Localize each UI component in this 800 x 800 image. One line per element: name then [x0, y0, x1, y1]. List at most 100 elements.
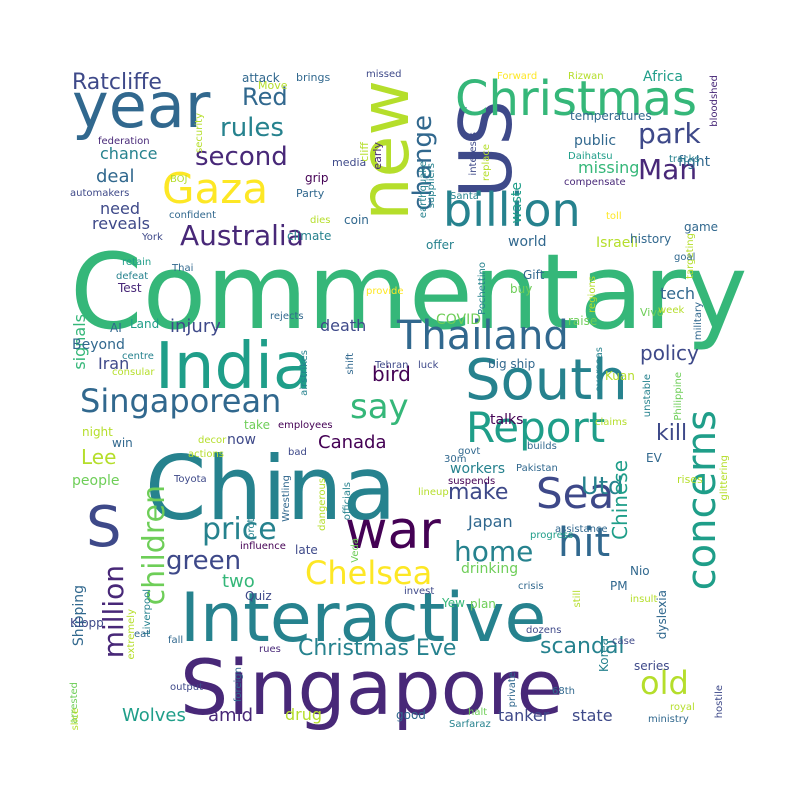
word-boj: BOJ — [170, 174, 188, 185]
word-progress: progress — [530, 530, 574, 541]
word-japan: Japan — [468, 512, 513, 531]
word-deal: deal — [96, 166, 135, 187]
word-luck: luck — [418, 360, 439, 371]
word-invest: invest — [404, 586, 435, 597]
word-quiz: Quiz — [245, 589, 272, 603]
word-compensate: compensate — [564, 177, 626, 188]
word-officials: officials — [342, 482, 353, 521]
word-builds: builds — [527, 441, 557, 452]
word-waste: waste — [509, 182, 525, 224]
word-beyond: Beyond — [72, 337, 125, 353]
word-sarfaraz: Sarfaraz — [449, 719, 491, 730]
word-foreign: foreign — [233, 667, 244, 703]
word-injury: injury — [170, 316, 221, 337]
word-philippine: Philippine — [673, 372, 684, 421]
word-chinese: Chinese — [608, 460, 632, 540]
word-history: history — [630, 232, 672, 246]
word-take: take — [244, 418, 270, 432]
word-hostile: hostile — [714, 685, 725, 719]
word-forward: Forward — [497, 71, 538, 82]
word-veda: Veda — [350, 538, 361, 563]
word-second: second — [195, 142, 288, 172]
word-public: public — [574, 133, 617, 149]
word-rules: rules — [220, 113, 284, 143]
word-thailand: Thailand — [397, 313, 569, 359]
word-federation: federation — [98, 136, 150, 147]
word-toyota: Toyota — [174, 474, 207, 485]
word-drinking: drinking — [461, 561, 519, 577]
word-s: S — [86, 495, 122, 560]
word-win: win — [112, 436, 133, 450]
word-lee: Lee — [81, 445, 117, 469]
word-australia: Australia — [180, 219, 304, 252]
word-dies: dies — [310, 215, 331, 226]
word-insult: insult — [630, 594, 658, 605]
word-glittering: glittering — [719, 455, 730, 501]
word-concerns: concerns — [679, 410, 725, 591]
word-chance: chance — [100, 144, 158, 163]
word-bloodshed: bloodshed — [709, 75, 720, 127]
word-ai: AI — [110, 321, 122, 335]
word-grip: grip — [305, 171, 329, 185]
word-ev: EV — [646, 451, 662, 465]
word-world: world — [508, 234, 547, 250]
word-brings: brings — [296, 71, 331, 84]
word-regions: regions — [587, 276, 598, 313]
word-dangerous: dangerous — [317, 478, 328, 531]
word-nio: Nio — [630, 564, 650, 578]
word-covid: COVID — [436, 312, 482, 328]
word-talks: talks — [490, 412, 524, 428]
word-klopp: Klopp — [70, 616, 104, 630]
word-reveals: reveals — [92, 214, 150, 233]
word-offer: offer — [426, 238, 454, 252]
word-santa: Santa — [450, 191, 479, 202]
word-tracks: tracks — [669, 154, 700, 165]
word-temperatures: temperatures — [570, 109, 652, 123]
word-case: case — [612, 636, 635, 647]
word-decor: decor — [198, 435, 227, 446]
word-replace: replace — [481, 144, 492, 181]
word-private: private — [507, 672, 518, 708]
word-consular: consular — [112, 367, 155, 378]
word-early: early — [371, 142, 384, 170]
word-influence: influence — [240, 541, 286, 552]
word-claims: claims — [595, 417, 628, 428]
word-confident: confident — [169, 210, 217, 221]
word-africa: Africa — [643, 69, 683, 85]
word-lineup: lineup — [418, 487, 449, 498]
word-bad: bad — [288, 447, 307, 458]
word-missed: missed — [366, 69, 402, 80]
word-provide: provide — [366, 286, 404, 297]
word-cloud: Commentary China Singapore Interactive India… — [69, 69, 748, 731]
word-yew: Yew — [442, 596, 465, 610]
word-attack: attack — [242, 71, 280, 85]
word-overseas: overseas — [594, 347, 605, 392]
word-rizwan: Rizwan — [568, 71, 604, 82]
word-dozens: dozens — [526, 625, 562, 636]
word-test: Test — [118, 281, 142, 295]
word-suspends: suspends — [448, 476, 496, 487]
word-drug: drug — [285, 705, 323, 724]
word-royal: royal — [670, 702, 695, 713]
word-daihatsu: Daihatsu — [568, 151, 613, 162]
word-protect: protect — [246, 503, 257, 539]
word-tanker: tanker — [498, 706, 550, 725]
word-policy: policy — [640, 341, 699, 365]
word-automakers: automakers — [70, 188, 130, 199]
word-raise: raise — [568, 314, 598, 328]
word-party: Party — [296, 187, 325, 200]
word-say: say — [350, 387, 409, 427]
word-gift: Gift — [523, 268, 545, 282]
word-climate: climate — [287, 229, 332, 243]
word-ratcliffe: Ratcliffe — [72, 70, 162, 95]
word-big-ship: big ship — [488, 357, 536, 371]
word-rejects: rejects — [270, 311, 304, 322]
word-amid: amid — [208, 705, 253, 726]
word-christmas-eve: Christmas Eve — [298, 636, 457, 661]
word-goal: goal — [674, 252, 696, 263]
word-korea: Korea — [597, 638, 611, 673]
word-slice: slice — [70, 707, 81, 730]
word-defeat: defeat — [116, 271, 149, 282]
word-land: Land — [130, 317, 160, 331]
word-coin: coin — [344, 213, 369, 227]
